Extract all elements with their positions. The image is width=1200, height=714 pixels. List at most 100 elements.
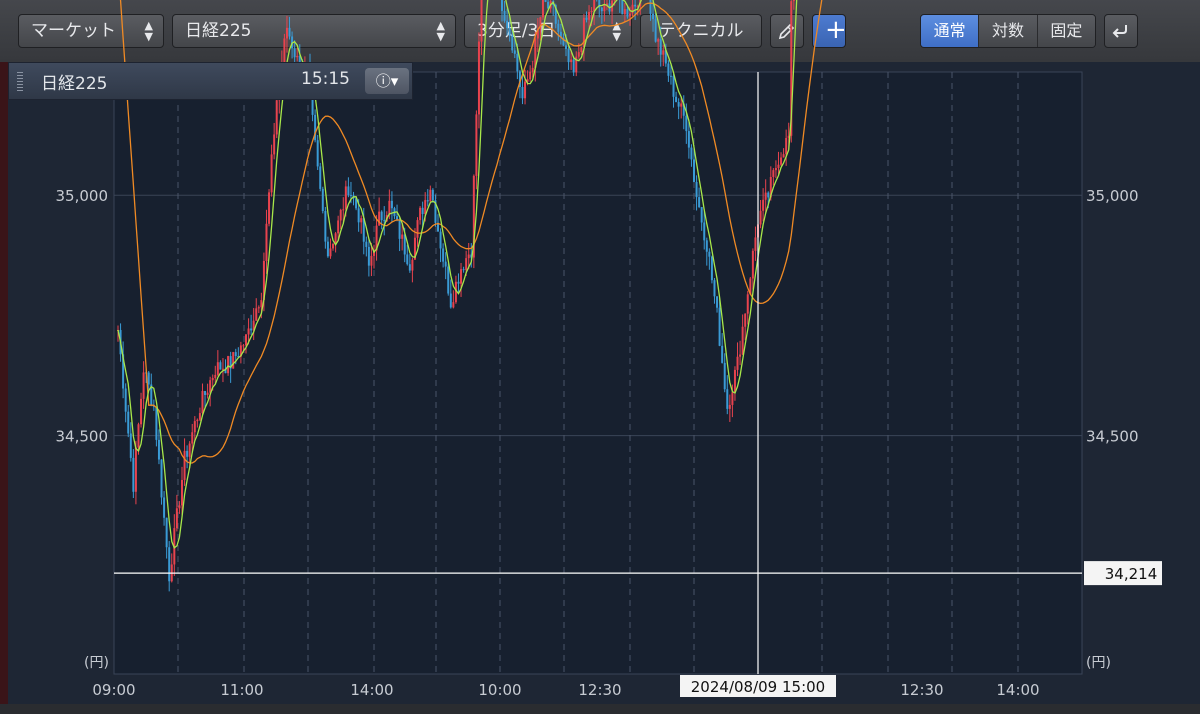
candle-body [221, 368, 224, 370]
y-tick-label-left: 35,000 [56, 187, 109, 205]
candle-body [429, 189, 432, 202]
candle-body [634, 4, 637, 7]
candle-body [442, 248, 445, 262]
x-tick-label: 09:00 [92, 681, 135, 699]
candle-body [736, 356, 739, 370]
candle-body [349, 195, 352, 197]
candle-body [178, 505, 181, 509]
candle-body [408, 264, 411, 271]
x-tick-label: 14:00 [350, 681, 393, 699]
candle-body [255, 308, 258, 321]
candle-body [503, 10, 506, 21]
low-price-label: 34,214 [1105, 565, 1158, 583]
candle-body [785, 138, 788, 155]
info-button[interactable]: ⓘ▾ [365, 68, 409, 94]
candle-body [132, 457, 135, 492]
candle-body [416, 220, 419, 238]
candle-body [700, 207, 703, 223]
candle-body [593, 0, 596, 11]
candle-body [439, 231, 442, 249]
candle-body [134, 447, 137, 492]
candle-body [337, 220, 340, 234]
candle-body [365, 241, 368, 247]
candle-body [754, 237, 757, 251]
candle-body [444, 261, 447, 267]
candle-body [201, 391, 204, 414]
candle-body [764, 192, 767, 200]
candle-body [680, 103, 683, 107]
candle-body [288, 27, 291, 37]
candle-body [501, 0, 503, 11]
candle-body [321, 188, 324, 211]
candle-body [718, 307, 721, 346]
candle-body [672, 75, 675, 97]
candle-body [705, 240, 708, 252]
candle-body [774, 168, 777, 171]
candle-body [140, 398, 143, 425]
candle-body [544, 0, 547, 2]
candle-body [603, 5, 606, 12]
candle-body [401, 234, 404, 239]
candle-body [649, 0, 652, 14]
candle-body [710, 256, 713, 281]
candle-body [344, 186, 347, 210]
candle-body [265, 223, 268, 261]
candle-body [273, 134, 276, 155]
candle-body [227, 356, 230, 374]
y-tick-label-left: 34,500 [56, 428, 109, 446]
candle-body [283, 38, 286, 65]
candle-body [565, 45, 567, 49]
header-time: 15:15 [301, 69, 350, 89]
candle-body [585, 17, 588, 20]
candle-body [741, 326, 744, 355]
candle-body [669, 75, 672, 77]
candle-body [426, 200, 429, 202]
x-tick-label: 14:00 [996, 681, 1039, 699]
candle-body [708, 251, 711, 257]
candle-body [685, 115, 688, 132]
price-chart[interactable]: 34,50034,50035,00035,00035,50035,50036,0… [0, 0, 1200, 714]
drag-handle-icon[interactable] [17, 72, 23, 92]
candle-body [693, 159, 695, 182]
candle-body [329, 248, 332, 257]
x-tick-label: 11:00 [220, 681, 263, 699]
candle-body [160, 459, 163, 498]
y-tick-label-right: 35,000 [1086, 187, 1139, 205]
candle-body [296, 55, 299, 58]
candle-body [772, 170, 775, 178]
info-icon: ⓘ▾ [375, 72, 399, 90]
plot-area [113, 71, 1083, 675]
candle-body [129, 433, 132, 458]
candle-body [183, 450, 186, 480]
candle-body [342, 209, 345, 211]
candle-body [588, 11, 591, 20]
candle-body [746, 294, 749, 314]
candle-body [316, 140, 319, 167]
candle-body [424, 200, 427, 215]
candle-body [652, 13, 655, 20]
candle-body [600, 7, 603, 12]
candle-body [728, 404, 731, 409]
candle-body [626, 9, 629, 17]
candle-body [460, 269, 463, 284]
candle-body [506, 20, 509, 29]
y-tick-label-right: 34,500 [1086, 428, 1139, 446]
candle-body [406, 254, 409, 265]
candle-body [155, 406, 158, 440]
candle-body [219, 362, 222, 370]
candle-body [590, 10, 593, 12]
y-unit-label-right: (円) [1086, 655, 1111, 671]
crosshair-label: 2024/08/09 15:00 [691, 678, 825, 696]
candle-body [762, 199, 765, 211]
candle-body [367, 246, 370, 266]
candle-body [285, 27, 288, 39]
y-unit-label-left: (円) [84, 655, 109, 671]
candle-body [572, 59, 575, 73]
candle-body [378, 211, 381, 226]
candle-body [127, 411, 130, 434]
candle-body [513, 50, 516, 54]
candle-body [751, 250, 754, 279]
candle-body [716, 296, 719, 308]
candle-body [531, 67, 534, 72]
candle-body [577, 52, 580, 57]
